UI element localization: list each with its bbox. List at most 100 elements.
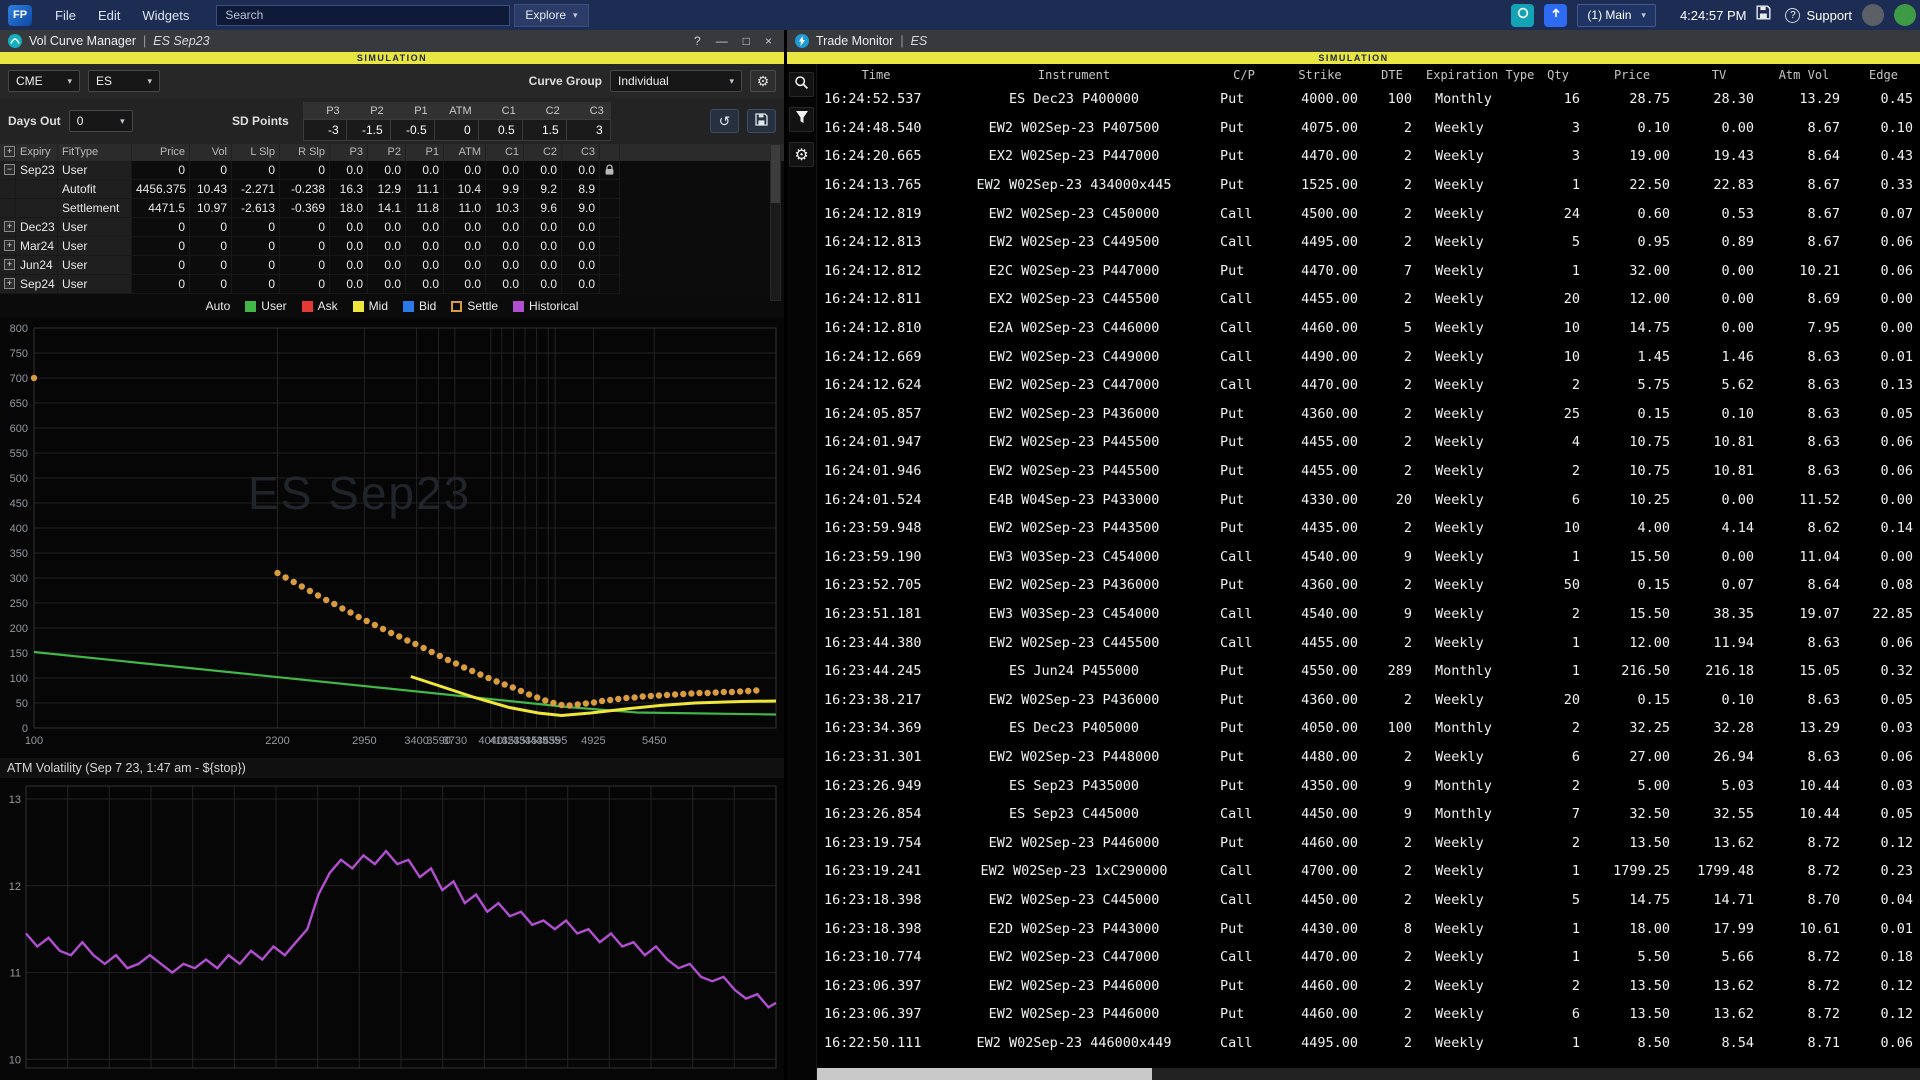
legend-item-mid[interactable]: Mid bbox=[353, 299, 388, 313]
legend-item-ask[interactable]: Ask bbox=[302, 299, 338, 313]
close-icon[interactable]: × bbox=[765, 34, 772, 48]
value-cell[interactable]: 12.9 bbox=[368, 180, 406, 199]
filter-button[interactable] bbox=[789, 107, 814, 132]
value-cell[interactable]: 0.0 bbox=[406, 256, 444, 275]
legend-item-user[interactable]: User bbox=[245, 299, 286, 313]
trade-row[interactable]: 16:23:06.397EW2 W02Sep-23 P446000Put4460… bbox=[817, 971, 1920, 1000]
sd-point-value[interactable]: 0.5 bbox=[479, 119, 523, 141]
workspace-select[interactable]: (1) Main ▾ bbox=[1577, 4, 1656, 27]
value-cell[interactable]: 0.0 bbox=[562, 256, 600, 275]
value-cell[interactable]: 10.3 bbox=[486, 199, 524, 218]
search-input[interactable] bbox=[216, 5, 510, 26]
value-cell[interactable]: 0.0 bbox=[486, 275, 524, 294]
column-header[interactable]: TV bbox=[1677, 68, 1761, 82]
minimize-icon[interactable]: — bbox=[716, 34, 728, 48]
trade-row[interactable]: 16:24:12.811EX2 W02Sep-23 C445500Call445… bbox=[817, 285, 1920, 314]
save-icon[interactable] bbox=[1756, 5, 1771, 25]
value-cell[interactable]: 0.0 bbox=[406, 275, 444, 294]
value-cell[interactable]: 0.0 bbox=[406, 218, 444, 237]
expand-icon[interactable]: + bbox=[0, 275, 16, 294]
trade-row[interactable]: 16:24:12.819EW2 W02Sep-23 C450000Call450… bbox=[817, 199, 1920, 228]
trade-row[interactable]: 16:22:50.111EW2 W02Sep-23 446000x449Call… bbox=[817, 1029, 1920, 1058]
value-cell[interactable]: 0.0 bbox=[486, 256, 524, 275]
value-cell[interactable]: 18.0 bbox=[330, 199, 368, 218]
value-cell[interactable]: 0 bbox=[280, 275, 330, 294]
column-header[interactable]: Expiration Type bbox=[1419, 68, 1529, 82]
fit-table-row[interactable]: −Sep23User00000.00.00.00.00.00.00.0 bbox=[0, 161, 784, 180]
value-cell[interactable]: 0 bbox=[132, 161, 190, 180]
value-cell[interactable]: 0.0 bbox=[330, 237, 368, 256]
value-cell[interactable]: 0.0 bbox=[368, 256, 406, 275]
column-header[interactable]: ATM bbox=[444, 144, 486, 161]
trade-row[interactable]: 16:23:10.774EW2 W02Sep-23 C447000Call447… bbox=[817, 943, 1920, 972]
value-cell[interactable]: 9.6 bbox=[524, 199, 562, 218]
status-dot-gray[interactable] bbox=[1862, 4, 1884, 26]
column-header[interactable]: Time bbox=[817, 68, 935, 82]
app-logo[interactable]: FP bbox=[8, 5, 32, 26]
value-cell[interactable]: 0.0 bbox=[524, 275, 562, 294]
value-cell[interactable]: 11.1 bbox=[406, 180, 444, 199]
value-cell[interactable]: 0.0 bbox=[444, 237, 486, 256]
value-cell[interactable]: 0.0 bbox=[406, 237, 444, 256]
value-cell[interactable]: 0.0 bbox=[562, 237, 600, 256]
column-header[interactable]: Expiry bbox=[16, 144, 58, 161]
trade-row[interactable]: 16:24:05.857EW2 W02Sep-23 P436000Put4360… bbox=[817, 400, 1920, 429]
trade-row[interactable]: 16:24:48.540EW2 W02Sep-23 P407500Put4075… bbox=[817, 114, 1920, 143]
trade-row[interactable]: 16:24:12.812E2C W02Sep-23 P447000Put4470… bbox=[817, 257, 1920, 286]
status-dot-green[interactable] bbox=[1894, 4, 1916, 26]
atm-chart[interactable]: 10111213 bbox=[0, 778, 784, 1080]
value-cell[interactable]: -2.613 bbox=[232, 199, 280, 218]
legend-item-auto[interactable]: Auto bbox=[206, 299, 231, 313]
value-cell[interactable]: 9.2 bbox=[524, 180, 562, 199]
legend-item-historical[interactable]: Historical bbox=[513, 299, 578, 313]
value-cell[interactable]: 0 bbox=[132, 275, 190, 294]
column-header[interactable]: Qty bbox=[1529, 68, 1587, 82]
column-header[interactable]: Edge bbox=[1847, 68, 1920, 82]
value-cell[interactable]: 16.3 bbox=[330, 180, 368, 199]
value-cell[interactable]: 0.0 bbox=[562, 161, 600, 180]
value-cell[interactable]: 0 bbox=[232, 218, 280, 237]
legend-item-settle[interactable]: Settle bbox=[451, 299, 498, 313]
column-header[interactable]: Price bbox=[1587, 68, 1677, 82]
value-cell[interactable]: 4471.5 bbox=[132, 199, 190, 218]
fittype-cell[interactable]: User bbox=[58, 218, 132, 237]
value-cell[interactable]: 0 bbox=[190, 161, 232, 180]
value-cell[interactable]: 8.9 bbox=[562, 180, 600, 199]
value-cell[interactable]: 0.0 bbox=[486, 237, 524, 256]
fit-table-scrollbar[interactable] bbox=[770, 144, 781, 301]
trade-row[interactable]: 16:24:01.524E4B W04Sep-23 P433000Put4330… bbox=[817, 485, 1920, 514]
fit-table-row[interactable]: +Jun24User00000.00.00.00.00.00.00.0 bbox=[0, 256, 784, 275]
trade-row[interactable]: 16:24:01.946EW2 W02Sep-23 P445500Put4455… bbox=[817, 457, 1920, 486]
column-header[interactable]: C2 bbox=[524, 144, 562, 161]
trade-row[interactable]: 16:24:12.624EW2 W02Sep-23 C447000Call447… bbox=[817, 371, 1920, 400]
trade-row[interactable]: 16:23:52.705EW2 W02Sep-23 P436000Put4360… bbox=[817, 571, 1920, 600]
fit-table-row[interactable]: +Mar24User00000.00.00.00.00.00.00.0 bbox=[0, 237, 784, 256]
expand-icon[interactable]: + bbox=[0, 218, 16, 237]
value-cell[interactable]: 0 bbox=[280, 218, 330, 237]
collapse-icon[interactable]: − bbox=[0, 161, 16, 180]
column-header[interactable]: Atm Vol bbox=[1761, 68, 1847, 82]
value-cell[interactable]: 11.0 bbox=[444, 199, 486, 218]
column-header[interactable]: P2 bbox=[368, 144, 406, 161]
fit-table-row[interactable]: Autofit4456.37510.43-2.271-0.23816.312.9… bbox=[0, 180, 784, 199]
trade-row[interactable]: 16:23:18.398EW2 W02Sep-23 C445000Call445… bbox=[817, 886, 1920, 915]
explore-button[interactable]: Explore ▾ bbox=[514, 4, 588, 27]
value-cell[interactable]: 0.0 bbox=[524, 161, 562, 180]
value-cell[interactable]: -2.271 bbox=[232, 180, 280, 199]
reset-button[interactable]: ↺ bbox=[710, 109, 739, 133]
value-cell[interactable]: 0.0 bbox=[524, 237, 562, 256]
expand-icon[interactable]: + bbox=[0, 256, 16, 275]
expand-all-icon[interactable]: + bbox=[0, 144, 16, 161]
value-cell[interactable]: 10.4 bbox=[444, 180, 486, 199]
value-cell[interactable]: 0 bbox=[190, 275, 232, 294]
settings-button[interactable]: ⚙ bbox=[789, 142, 814, 167]
value-cell[interactable]: 0.0 bbox=[368, 218, 406, 237]
trade-row[interactable]: 16:23:06.397EW2 W02Sep-23 P446000Put4460… bbox=[817, 1000, 1920, 1029]
column-header[interactable]: P1 bbox=[406, 144, 444, 161]
value-cell[interactable]: 10.43 bbox=[190, 180, 232, 199]
value-cell[interactable]: -0.238 bbox=[280, 180, 330, 199]
sd-point-value[interactable]: 3 bbox=[567, 119, 611, 141]
value-cell[interactable]: 0.0 bbox=[368, 161, 406, 180]
value-cell[interactable]: 0.0 bbox=[524, 256, 562, 275]
trade-row[interactable]: 16:23:26.949ES Sep23 P435000Put4350.009M… bbox=[817, 771, 1920, 800]
